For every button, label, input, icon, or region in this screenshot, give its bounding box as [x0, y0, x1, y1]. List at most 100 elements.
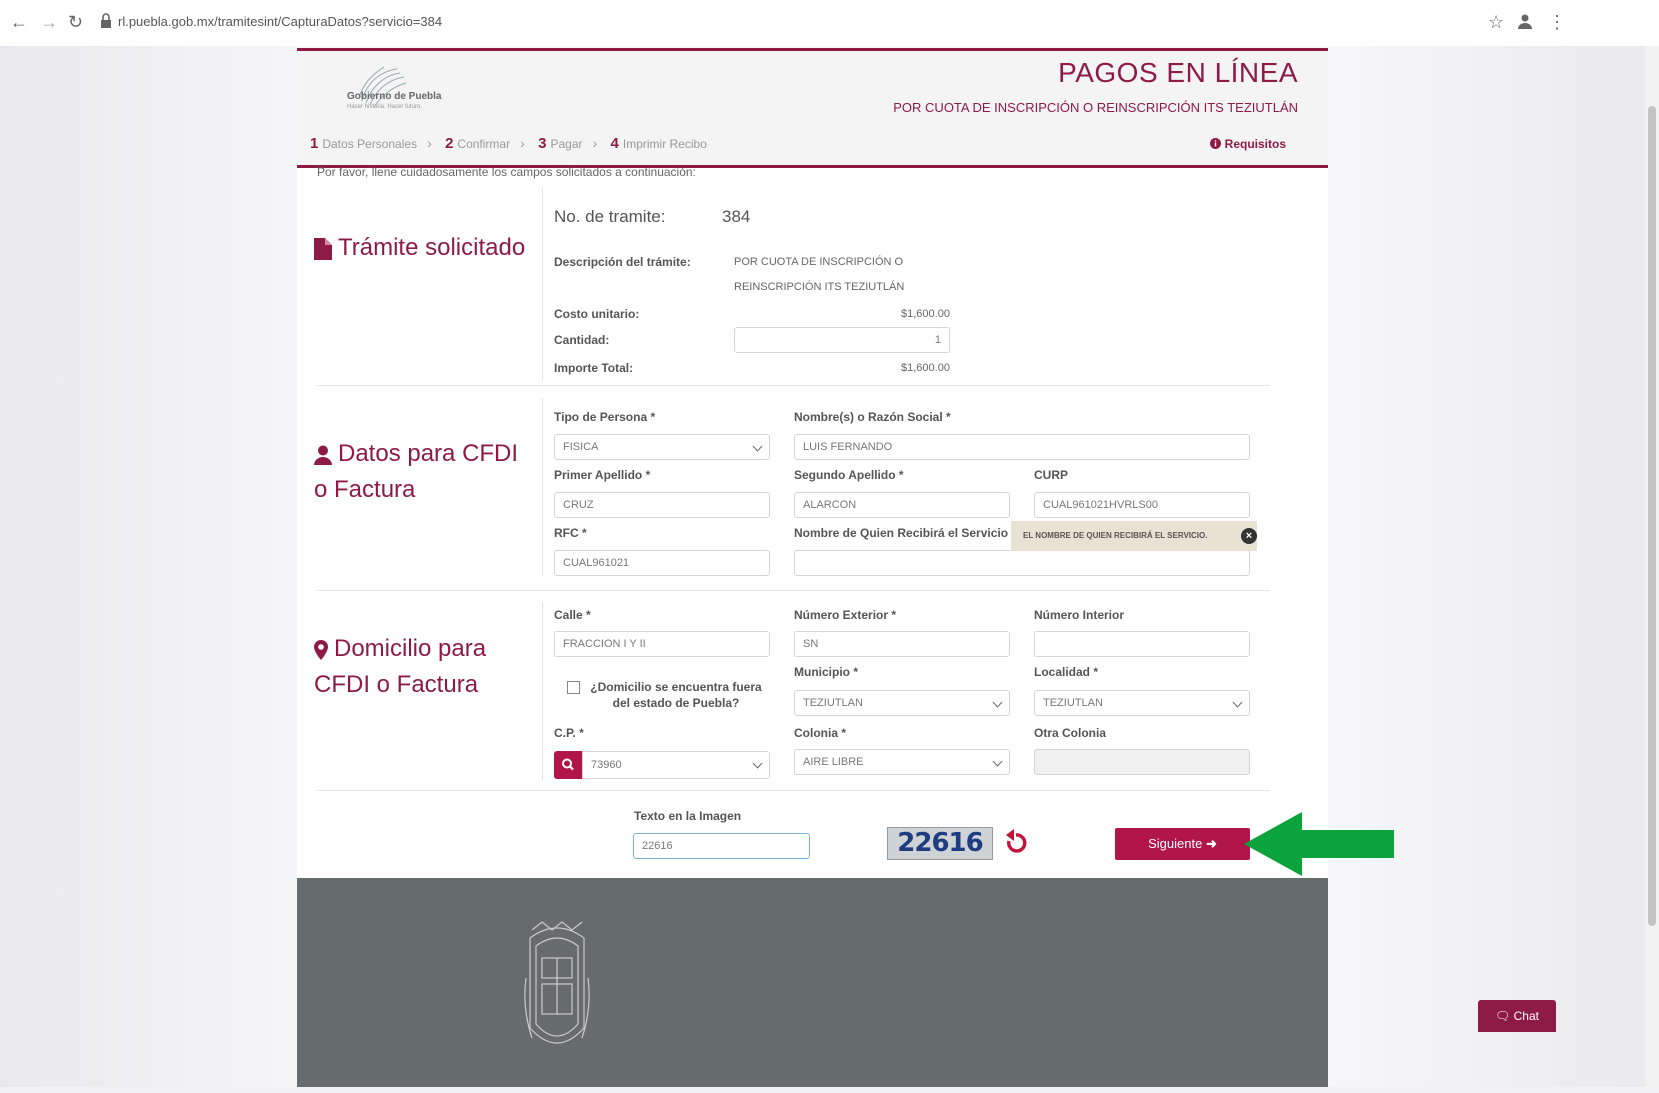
descripcion-label: Descripción del trámite:	[554, 255, 691, 269]
step-4-label: Imprimir Recibo	[622, 137, 707, 151]
calle-label: Calle *	[554, 608, 591, 622]
no-tramite-value: 384	[722, 207, 751, 226]
recibe-servicio-input[interactable]	[794, 550, 1250, 576]
step-2-number: 2	[445, 135, 454, 152]
primer-apellido-label: Primer Apellido *	[554, 468, 651, 482]
arrow-right-icon: ➜	[1205, 836, 1217, 851]
back-icon[interactable]: ←	[10, 12, 28, 32]
tipo-persona-select[interactable]: FISICA	[554, 434, 770, 460]
menu-icon[interactable]: ⋮	[1548, 12, 1566, 33]
guide-arrow-icon	[1244, 812, 1394, 876]
cp-search-button[interactable]	[554, 751, 582, 779]
address-bar[interactable]: rl.puebla.gob.mx/tramitesint/CapturaDato…	[118, 14, 442, 29]
curp-label: CURP	[1034, 468, 1069, 482]
cantidad-label: Cantidad:	[554, 333, 610, 347]
primer-apellido-input[interactable]: CRUZ	[554, 492, 770, 518]
chat-button[interactable]: 🗨 Chat	[1478, 1000, 1556, 1032]
localidad-label: Localidad *	[1034, 665, 1099, 679]
instructions-text: Por favor, llene cuidadosamente los camp…	[317, 165, 696, 179]
cp-select[interactable]: 73960	[582, 751, 770, 779]
otra-colonia-input[interactable]	[1034, 749, 1250, 775]
cfdi-title-text: Datos para CFDI o Factura	[314, 440, 519, 503]
section-separator	[317, 385, 1270, 386]
profile-icon[interactable]	[1516, 12, 1534, 35]
captcha-label: Texto en la Imagen	[634, 809, 742, 823]
requisitos-link[interactable]: Requisitos	[1210, 137, 1286, 151]
costo-label: Costo unitario:	[554, 307, 640, 321]
page-title: PAGOS EN LÍNEA	[1058, 57, 1298, 88]
domicilio-title-text: Domicilio para CFDI o Factura	[314, 635, 487, 698]
cfdi-section-title: Datos para CFDI o Factura	[314, 436, 534, 508]
validation-tooltip: EL NOMBRE DE QUIEN RECIBIRÁ EL SERVICIO.…	[1011, 521, 1257, 551]
step-1-label: Datos Personales	[322, 137, 418, 151]
search-icon	[562, 758, 574, 771]
costo-value: $1,600.00	[901, 308, 950, 320]
scrollbar[interactable]	[1645, 46, 1659, 1087]
chevron-right-icon: ›	[520, 135, 525, 151]
form-card: Gobierno de Puebla Hacer historia. Hacer…	[297, 48, 1328, 1087]
colonia-label: Colonia *	[794, 726, 847, 740]
descripcion-line-1: POR CUOTA DE INSCRIPCIÓN O	[734, 256, 904, 268]
map-marker-icon	[314, 639, 328, 660]
logo-subtext: Hacer historia. Hacer futuro.	[347, 104, 423, 110]
tipo-persona-label: Tipo de Persona *	[554, 410, 656, 424]
file-icon	[314, 237, 332, 260]
curp-input[interactable]: CUAL961021HVRLS00	[1034, 492, 1250, 518]
close-icon[interactable]: ×	[1241, 528, 1257, 544]
numero-interior-input[interactable]	[1034, 631, 1250, 657]
recibe-servicio-label: Nombre de Quien Recibirá el Servicio	[794, 526, 1009, 540]
chat-label: Chat	[1513, 1009, 1539, 1023]
numero-exterior-input[interactable]: SN	[794, 631, 1010, 657]
page-footer	[297, 878, 1328, 1087]
municipio-label: Municipio *	[794, 665, 858, 679]
siguiente-label: Siguiente	[1148, 836, 1203, 851]
star-icon[interactable]: ☆	[1488, 12, 1504, 33]
cantidad-input[interactable]: 1	[734, 327, 950, 353]
no-tramite-label: No. de tramite:	[554, 207, 666, 226]
page-subtitle: POR CUOTA DE INSCRIPCIÓN O REINSCRIPCIÓN…	[893, 100, 1298, 115]
segundo-apellido-input[interactable]: ALARCON	[794, 492, 1010, 518]
fuera-estado-checkbox[interactable]	[567, 681, 580, 694]
nombre-input[interactable]: LUIS FERNANDO	[794, 434, 1250, 460]
info-icon	[1210, 138, 1222, 149]
importe-label: Importe Total:	[554, 361, 634, 375]
numero-interior-label: Número Interior	[1034, 608, 1125, 622]
requisitos-label: Requisitos	[1224, 137, 1286, 151]
step-breadcrumb: 1 Datos Personales › 2 Confirmar › 3 Pagar › 4…	[310, 135, 707, 152]
segundo-apellido-label: Segundo Apellido *	[794, 468, 904, 482]
domicilio-section-title: Domicilio para CFDI o Factura	[314, 631, 534, 703]
puebla-crest-icon	[524, 921, 590, 1044]
forward-icon[interactable]: →	[40, 12, 58, 32]
section-divider	[542, 398, 543, 576]
step-4-number: 4	[610, 135, 619, 152]
tooltip-text: EL NOMBRE DE QUIEN RECIBIRÁ EL SERVICIO.	[1023, 531, 1208, 540]
scrollbar-thumb[interactable]	[1648, 106, 1656, 926]
user-icon	[314, 445, 332, 465]
section-separator	[317, 790, 1270, 791]
section-separator	[317, 590, 1270, 591]
siguiente-button[interactable]: Siguiente ➜	[1115, 828, 1250, 860]
chevron-right-icon: ›	[427, 135, 432, 151]
importe-value: $1,600.00	[901, 362, 950, 374]
step-2-label: Confirmar	[457, 137, 511, 151]
refresh-captcha-icon[interactable]	[1003, 829, 1029, 857]
reload-icon[interactable]: ↻	[68, 12, 83, 32]
numero-exterior-label: Número Exterior *	[794, 608, 897, 622]
fuera-estado-label: ¿Domicilio se encuentra fuera del estado…	[590, 680, 762, 710]
colonia-select[interactable]: AIRE LIBRE	[794, 749, 1010, 775]
calle-input[interactable]: FRACCION I Y II	[554, 631, 770, 657]
descripcion-line-2: REINSCRIPCIÓN ITS TEZIUTLÁN	[734, 281, 905, 293]
chat-icon: 🗨	[1495, 1009, 1511, 1023]
lock-icon	[101, 13, 111, 28]
rfc-input[interactable]: CUAL961021	[554, 550, 770, 576]
nombre-label: Nombre(s) o Razón Social *	[794, 410, 951, 424]
municipio-select[interactable]: TEZIUTLAN	[794, 690, 1010, 716]
localidad-select[interactable]: TEZIUTLAN	[1034, 690, 1250, 716]
section-divider	[542, 602, 543, 780]
section-divider	[542, 188, 543, 381]
captcha-image: 22616	[887, 827, 993, 860]
cp-label: C.P. *	[554, 726, 584, 740]
browser-toolbar: ← → ↻ rl.puebla.gob.mx/tramitesint/Captu…	[0, 0, 1659, 46]
captcha-input[interactable]: 22616	[633, 833, 810, 859]
chevron-right-icon: ›	[592, 135, 598, 151]
